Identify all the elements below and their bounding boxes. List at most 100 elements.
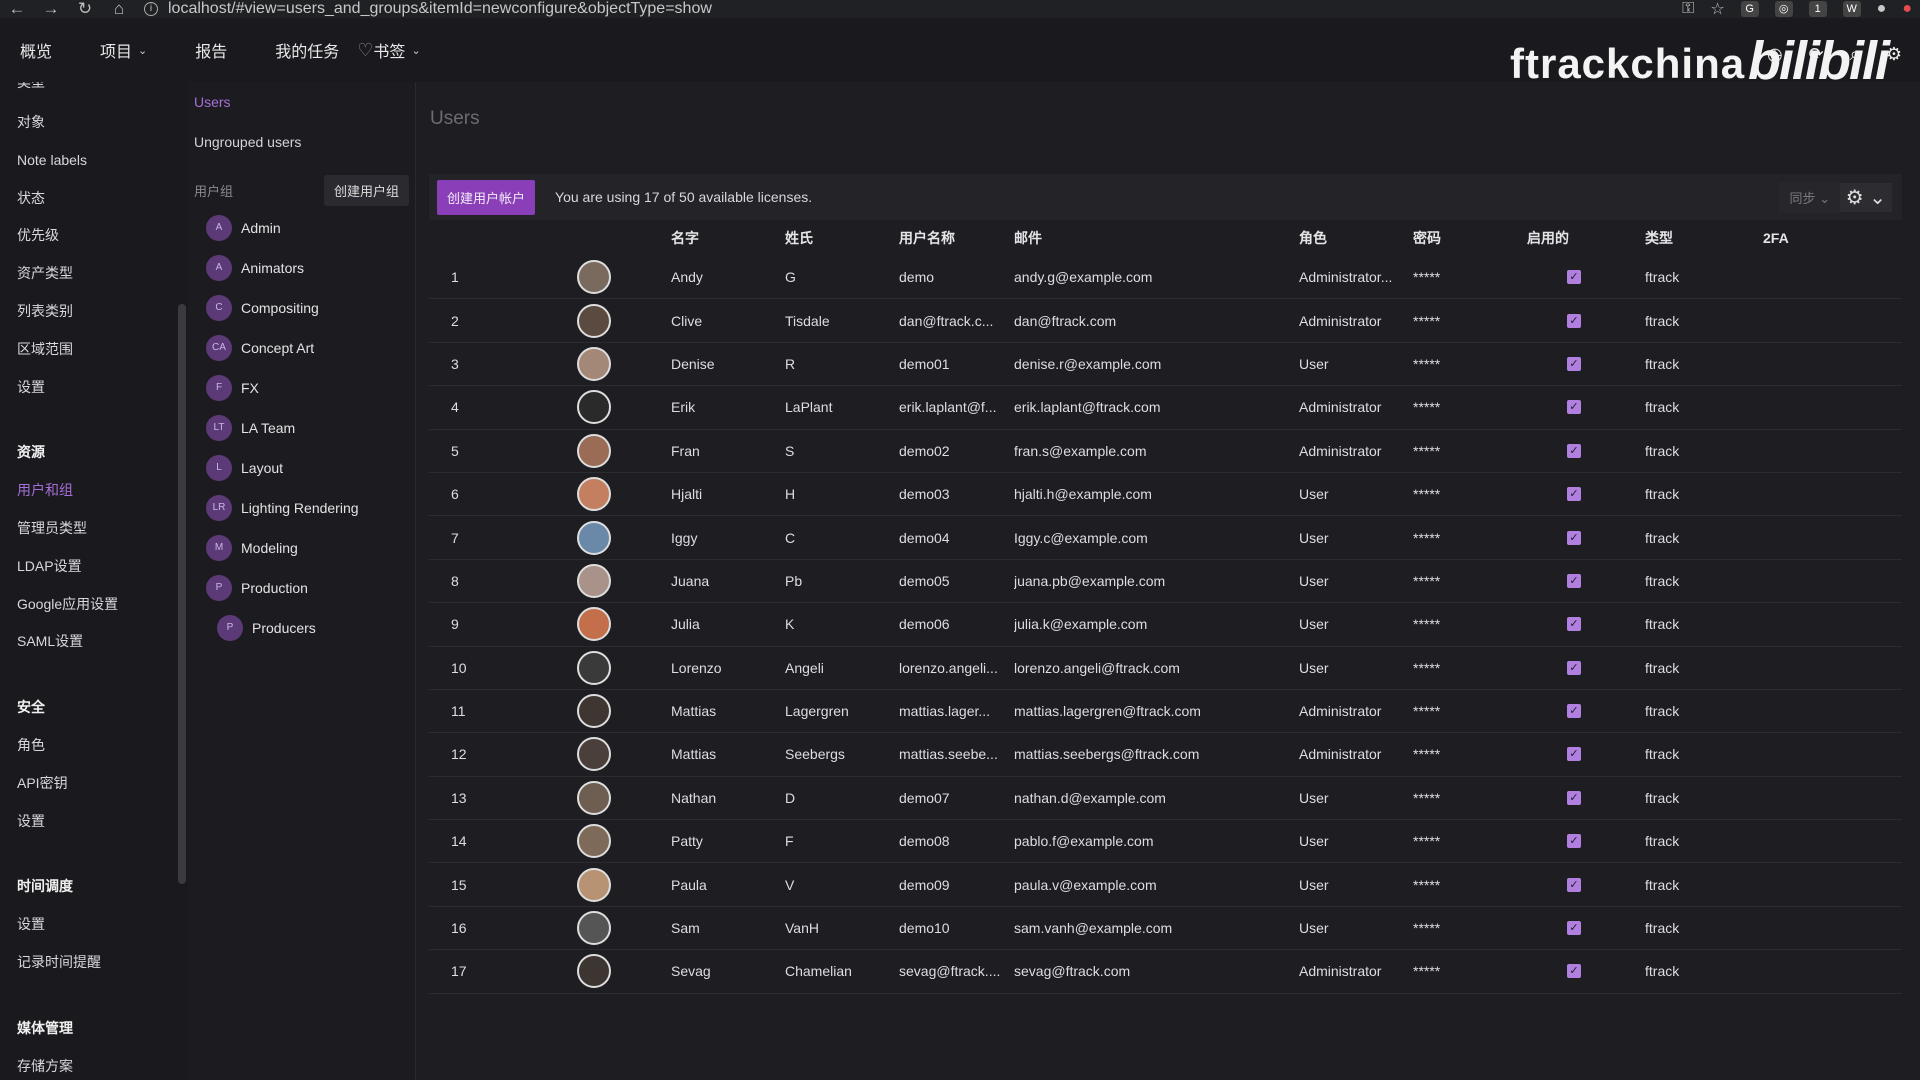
sidebar-item-settings[interactable]: 设置 [0, 369, 188, 407]
nav-bookmarks[interactable]: 书签 ⌄ [373, 38, 420, 62]
avatar[interactable] [577, 303, 611, 338]
extension-circle-icon[interactable]: ◎ [1774, 1, 1793, 17]
group-item[interactable]: P Production [188, 568, 415, 608]
group-item[interactable]: L Layout [188, 448, 415, 488]
forward-icon[interactable]: → [34, 0, 68, 19]
enabled-checkbox[interactable]: ✓ [1567, 573, 1581, 588]
table-row[interactable]: 11 Mattias Lagergren mattias.lager... mattia… [429, 690, 1902, 734]
avatar[interactable] [577, 867, 611, 902]
address-bar[interactable]: i localhost/#view=users_and_groups&itemI… [144, 0, 712, 18]
heart-icon[interactable]: ♡ [357, 40, 373, 61]
profile-avatar-icon[interactable]: ● [1877, 0, 1887, 18]
sidebar-item-security-settings[interactable]: 设置 [0, 803, 188, 841]
avatar[interactable] [577, 520, 611, 555]
enabled-checkbox[interactable]: ✓ [1567, 964, 1581, 979]
table-row[interactable]: 13 Nathan Ddemo07 nathan.d@example.com User *… [429, 777, 1902, 821]
table-row[interactable]: 17 Sevag Chamelian sevag@ftrack.... sevag@ft… [429, 950, 1902, 994]
enabled-checkbox[interactable]: ✓ [1567, 617, 1581, 632]
group-item[interactable]: P Producers [188, 608, 415, 648]
bookmark-star-icon[interactable]: ☆ [1710, 0, 1724, 19]
group-item[interactable]: LR Lighting Rendering [188, 488, 415, 528]
nav-my-tasks[interactable]: 我的任务 [275, 38, 339, 62]
avatar[interactable] [577, 694, 611, 729]
users-link[interactable]: Users [188, 82, 415, 122]
enabled-checkbox[interactable]: ✓ [1567, 530, 1581, 545]
table-row[interactable]: 7 Iggy Cdemo04 Iggy.c@example.com User ***** ✓… [429, 516, 1902, 560]
nav-projects[interactable]: 项目 ⌄ [100, 38, 147, 62]
sidebar-item-note-labels[interactable]: Note labels [0, 142, 188, 180]
sidebar-item-list-categories[interactable]: 列表类别 [0, 293, 188, 331]
enabled-checkbox[interactable]: ✓ [1567, 400, 1581, 415]
table-row[interactable]: 6 Hjalti Hdemo03 hjalti.h@example.com User **… [429, 473, 1902, 517]
enabled-checkbox[interactable]: ✓ [1567, 443, 1581, 458]
avatar[interactable] [577, 737, 611, 772]
column-header[interactable]: 邮件 [1014, 228, 1299, 248]
enabled-checkbox[interactable]: ✓ [1567, 834, 1581, 849]
group-item[interactable]: F FX [188, 368, 415, 408]
avatar[interactable] [577, 433, 611, 468]
url-text[interactable]: localhost/#view=users_and_groups&itemId=… [168, 0, 712, 18]
table-row[interactable]: 2 Clive Tisdale dan@ftrack.c... dan@ftrack.c… [429, 299, 1902, 343]
column-header[interactable]: 密码 [1413, 228, 1527, 248]
enabled-checkbox[interactable]: ✓ [1567, 704, 1581, 719]
notification-icon[interactable]: ● [1902, 0, 1912, 18]
site-info-icon[interactable]: i [144, 2, 158, 16]
sidebar-item-saml[interactable]: SAML设置 [0, 623, 188, 661]
table-row[interactable]: 8 Juana Pb demo05 juana.pb@example.com User **… [429, 560, 1902, 604]
sync-icon[interactable]: ⟳ [1809, 44, 1824, 65]
table-row[interactable]: 14 Patty Fdemo08 pablo.f@example.com User ***… [429, 820, 1902, 864]
clock-icon[interactable]: ◷ [1767, 44, 1783, 65]
group-item[interactable]: M Modeling [188, 528, 415, 568]
avatar[interactable] [577, 390, 611, 425]
table-row[interactable]: 3 Denise Rdemo01 denise.r@example.com User **… [429, 343, 1902, 387]
column-header[interactable]: 类型 [1645, 228, 1763, 248]
sidebar-item-roles[interactable]: 角色 [0, 727, 188, 765]
table-row[interactable]: 1 Andy Gdemo andy.g@example.com Administrato… [429, 256, 1902, 300]
enabled-checkbox[interactable]: ✓ [1567, 660, 1581, 675]
column-header[interactable]: 角色 [1299, 228, 1413, 248]
column-header[interactable]: 名字 [671, 228, 785, 248]
extension-w-icon[interactable]: W [1842, 1, 1861, 17]
column-header[interactable]: 姓氏 [785, 228, 899, 248]
avatar[interactable] [577, 563, 611, 598]
sidebar-item-storage-scenarios[interactable]: 存储方案 [0, 1048, 188, 1080]
sidebar-item-time-reminders[interactable]: 记录时间提醒 [0, 944, 188, 982]
sidebar-item-ldap[interactable]: LDAP设置 [0, 548, 188, 586]
sync-dropdown[interactable]: 同步 ⌄ [1779, 181, 1840, 213]
sidebar-item-objects[interactable]: 对象 [0, 104, 188, 142]
settings-gear-icon[interactable]: ⚙ [1886, 44, 1902, 65]
table-row[interactable]: 12 Mattias Seebergs mattias.seebe... mattias… [429, 733, 1902, 777]
column-header[interactable]: 用户名称 [899, 228, 1014, 248]
sidebar-item-scopes[interactable]: 区域范围 [0, 331, 188, 369]
group-item[interactable]: A Animators [188, 248, 415, 288]
group-item[interactable]: CA Concept Art [188, 328, 415, 368]
table-row[interactable]: 5 Fran Sdemo02 fran.s@example.com Administra… [429, 430, 1902, 473]
ungrouped-users-link[interactable]: Ungrouped users [188, 122, 415, 162]
enabled-checkbox[interactable]: ✓ [1567, 270, 1581, 285]
nav-reports[interactable]: 报告 [195, 38, 227, 62]
avatar[interactable] [577, 260, 611, 295]
search-icon[interactable]: ⌕ [1850, 44, 1860, 65]
table-row[interactable]: 4 Erik LaPlant erik.laplant@f... erik.laplan… [429, 386, 1902, 430]
group-item[interactable]: LT LA Team [188, 408, 415, 448]
table-settings-gear-icon[interactable]: ⚙ ⌄ [1839, 182, 1892, 212]
group-item[interactable]: C Compositing [188, 288, 415, 328]
enabled-checkbox[interactable]: ✓ [1567, 877, 1581, 892]
enabled-checkbox[interactable]: ✓ [1567, 356, 1581, 371]
sidebar-scrollbar[interactable] [178, 304, 186, 884]
sidebar-item-types[interactable]: 类型 [0, 82, 188, 96]
avatar[interactable] [577, 911, 611, 946]
extension-1-icon[interactable]: 1 [1808, 1, 1827, 17]
sidebar-item-asset-types[interactable]: 资产类型 [0, 255, 188, 293]
sidebar-item-users-groups[interactable]: 用户和组 [0, 472, 188, 510]
group-item[interactable]: A Admin [188, 208, 415, 248]
sidebar-item-api-keys[interactable]: API密钥 [0, 765, 188, 803]
enabled-checkbox[interactable]: ✓ [1567, 790, 1581, 805]
enabled-checkbox[interactable]: ✓ [1567, 487, 1581, 502]
avatar[interactable] [577, 607, 611, 642]
back-icon[interactable]: ← [0, 0, 34, 19]
avatar[interactable] [577, 954, 611, 989]
create-user-button[interactable]: 创建用户帐户 [437, 179, 536, 215]
password-key-icon[interactable]: ⚿ [1682, 0, 1694, 18]
avatar[interactable] [577, 650, 611, 685]
